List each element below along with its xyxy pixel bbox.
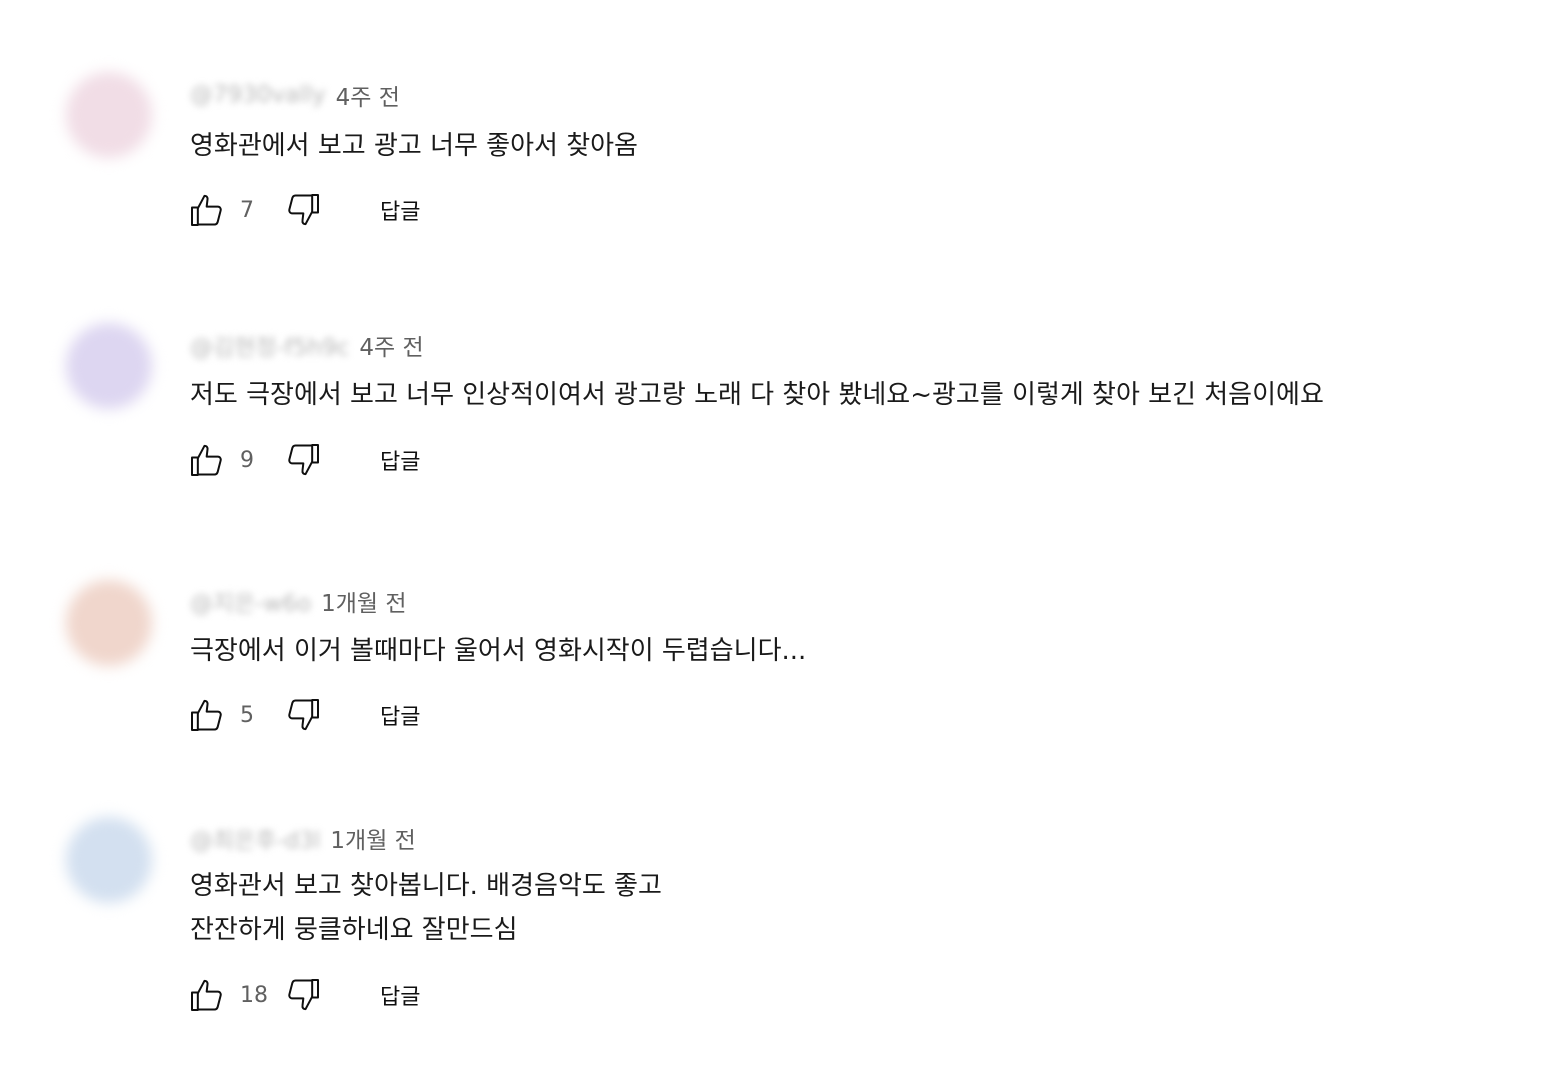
dislike-button[interactable] [282, 189, 324, 231]
comment-actions: 9 답글 [186, 438, 420, 482]
comment-header: @최은후-d3l 1개월 전 [190, 821, 416, 855]
comment-header: @7930vally 4주 전 [190, 78, 400, 112]
thumb-up-icon [187, 695, 227, 735]
avatar[interactable] [66, 580, 152, 666]
comment-text-line: 잔잔하게 뭉클하네요 잘만드심 [190, 915, 518, 945]
dislike-button[interactable] [282, 974, 324, 1016]
comment-text-line: 영화관서 보고 찾아봅니다. 배경음악도 좋고 [190, 871, 662, 901]
comment-text: 영화관에서 보고 광고 너무 좋아서 찾아옴 [190, 124, 638, 168]
comment-text: 저도 극장에서 보고 너무 인상적이여서 광고랑 노래 다 찾아 봤네요~광고를… [190, 373, 1324, 417]
thumb-down-icon [283, 190, 323, 230]
comment-text: 영화관서 보고 찾아봅니다. 배경음악도 좋고 잔잔하게 뭉클하네요 잘만드심 [190, 864, 662, 952]
thumb-up-icon [187, 975, 227, 1015]
author-handle[interactable]: @지은-w6o [190, 584, 311, 618]
author-handle[interactable]: @7930vally [190, 82, 326, 108]
thumb-down-icon [283, 695, 323, 735]
comment-timestamp[interactable]: 1개월 전 [330, 821, 415, 855]
thumb-up-icon [187, 190, 227, 230]
reply-button[interactable]: 답글 [380, 194, 420, 226]
thumb-down-icon [283, 975, 323, 1015]
comment-text: 극장에서 이거 볼때마다 울어서 영화시작이 두렵습니다... [190, 629, 806, 673]
dislike-button[interactable] [282, 694, 324, 736]
comment-text-line: 영화관에서 보고 광고 너무 좋아서 찾아옴 [190, 131, 638, 161]
reply-button[interactable]: 답글 [380, 699, 420, 731]
like-count: 9 [240, 447, 254, 473]
comment-actions: 5 답글 [186, 693, 420, 737]
like-count: 5 [240, 702, 254, 728]
like-count: 7 [240, 197, 254, 223]
like-count: 18 [240, 982, 268, 1008]
like-button[interactable] [186, 439, 228, 481]
thumb-down-icon [283, 440, 323, 480]
comment-actions: 7 답글 [186, 188, 420, 232]
avatar[interactable] [66, 323, 152, 409]
dislike-button[interactable] [282, 439, 324, 481]
comment-header: @김현정-f5h9c 4주 전 [190, 328, 424, 362]
comment-timestamp[interactable]: 1개월 전 [321, 584, 406, 618]
comment-text-line: 저도 극장에서 보고 너무 인상적이여서 광고랑 노래 다 찾아 봤네요~광고를… [190, 380, 1324, 410]
like-button[interactable] [186, 694, 228, 736]
thumb-up-icon [187, 440, 227, 480]
like-button[interactable] [186, 189, 228, 231]
avatar[interactable] [66, 72, 152, 158]
reply-button[interactable]: 답글 [380, 444, 420, 476]
comment-timestamp[interactable]: 4주 전 [359, 328, 423, 362]
avatar[interactable] [66, 817, 152, 903]
author-handle[interactable]: @김현정-f5h9c [190, 328, 349, 362]
like-button[interactable] [186, 974, 228, 1016]
comment-header: @지은-w6o 1개월 전 [190, 584, 407, 618]
reply-button[interactable]: 답글 [380, 979, 420, 1011]
comment-actions: 18 답글 [186, 973, 420, 1017]
author-handle[interactable]: @최은후-d3l [190, 821, 320, 855]
comment-timestamp[interactable]: 4주 전 [336, 78, 400, 112]
comment-text-line: 극장에서 이거 볼때마다 울어서 영화시작이 두렵습니다... [190, 636, 807, 666]
